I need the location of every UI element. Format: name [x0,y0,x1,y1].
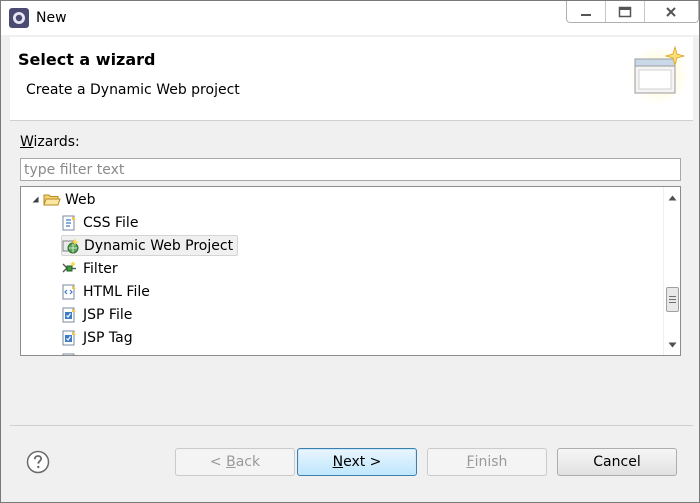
finish-button[interactable]: Finish [427,448,547,476]
scroll-down-button[interactable] [664,336,680,353]
html-file-icon [61,284,79,300]
tree-item-filter[interactable]: Filter [61,258,118,279]
filter-input[interactable] [20,158,681,181]
wizard-header: Select a wizard Create a Dynamic Web pro… [10,37,693,121]
tree-item-jsp-file[interactable]: JSP File [61,304,132,325]
scroll-down-icon [668,342,677,347]
new-wizard-banner-icon [629,45,689,105]
title-bar: New [1,1,699,35]
scroll-thumb[interactable] [666,287,679,312]
next-button[interactable]: Next > [297,448,417,476]
close-button[interactable] [645,1,698,22]
scroll-up-button[interactable] [664,189,680,206]
jsp-file-icon [61,307,79,323]
footer-separator [10,425,693,426]
file-icon [61,353,79,355]
window-title: New [36,10,67,26]
new-wizard-dialog: New Select a wizard Create a Dynamic Web… [0,0,700,503]
vertical-scrollbar[interactable] [663,187,680,355]
close-icon [666,6,677,17]
jsp-tag-icon [61,330,79,346]
maximize-button[interactable] [606,1,645,22]
eclipse-icon [9,8,29,28]
wizard-tree[interactable]: Web CSS File Dynamic Web Project Filter [20,186,681,356]
tree-item-html-file[interactable]: HTML File [61,281,150,302]
tree-folder-web[interactable]: Web [27,189,96,210]
back-button[interactable]: < Back [175,448,295,476]
tree-item-partial[interactable] [61,350,83,355]
filter-icon [61,260,79,277]
expanded-triangle-icon[interactable] [27,195,43,204]
tree-item-jsp-tag[interactable]: JSP Tag [61,327,133,348]
css-file-icon [61,215,79,231]
cancel-button[interactable]: Cancel [557,448,677,476]
tree-item-label: Filter [83,260,118,277]
tree-item-label: Dynamic Web Project [84,237,234,254]
folder-open-icon [43,192,61,208]
window-controls [566,1,699,23]
wizards-label: Wizards: [20,134,80,150]
tree-item-label: CSS File [83,214,139,231]
help-icon[interactable] [26,450,50,474]
maximize-icon [618,6,632,17]
scroll-up-icon [668,195,677,200]
tree-item-label: HTML File [83,283,150,300]
minimize-icon [580,13,591,16]
dynamic-web-project-icon [62,237,80,254]
minimize-button[interactable] [567,1,606,22]
page-title: Select a wizard [18,50,156,69]
tree-item-dynamic-web-project[interactable]: Dynamic Web Project [61,235,239,256]
tree-item-label: JSP Tag [83,329,133,346]
tree-folder-label: Web [65,191,96,208]
tree-item-label: JSP File [83,306,133,323]
tree-item-css-file[interactable]: CSS File [61,212,138,233]
page-description: Create a Dynamic Web project [26,82,240,98]
